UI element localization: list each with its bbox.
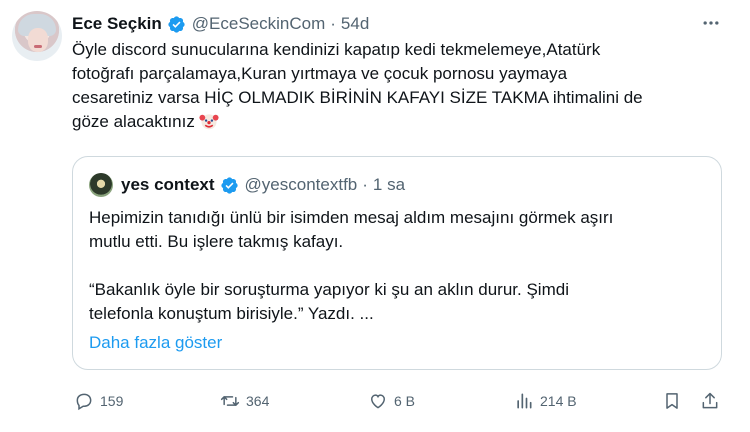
repost-icon (220, 396, 240, 406)
avatar-face (28, 28, 48, 52)
quoted-tweet-header: yes context @yescontextfb · 1 sa (89, 173, 405, 197)
bookmark-button[interactable] (662, 386, 682, 416)
tweet-body: Öyle discord sunucularına kendinizi kapa… (72, 38, 740, 134)
quoted-tweet-text: Hepimizin tanıdığı ünlü bir isimden mesa… (89, 208, 614, 323)
quoted-author-handle[interactable]: @yescontextfb (245, 175, 358, 195)
clown-face-emoji-icon (199, 114, 219, 130)
avatar-lips (34, 45, 42, 48)
reply-icon (76, 393, 92, 411)
author-handle[interactable]: @EceSeckinCom (192, 14, 325, 34)
verified-badge-icon[interactable] (167, 15, 186, 34)
quoted-author-name[interactable]: yes context (121, 175, 215, 195)
share-button[interactable] (700, 386, 720, 416)
quoted-tweet-timestamp[interactable]: 1 sa (373, 175, 405, 195)
more-horizontal-icon (703, 21, 719, 25)
quoted-tweet-card[interactable]: yes context @yescontextfb · 1 sa Hepimiz… (72, 156, 722, 370)
like-count: 6 B (394, 393, 416, 409)
share-icon (702, 392, 718, 409)
bookmark-icon (666, 393, 678, 409)
repost-button[interactable]: 364 (220, 386, 269, 416)
author-name[interactable]: Ece Seçkin (72, 14, 162, 34)
header-separator: · (330, 14, 336, 33)
views-button[interactable]: 214 B (514, 386, 577, 416)
reply-count: 159 (100, 393, 124, 409)
more-options-button[interactable] (700, 12, 722, 34)
verified-badge-icon[interactable] (220, 176, 239, 195)
quoted-author-avatar[interactable] (89, 173, 113, 197)
repost-count: 364 (246, 393, 270, 409)
tweet-header: Ece Seçkin @EceSeckinCom · 54d (72, 12, 369, 36)
quoted-header-separator: · (362, 175, 368, 194)
analytics-icon (517, 393, 532, 409)
tweet-text: Öyle discord sunucularına kendinizi kapa… (72, 40, 643, 131)
reply-button[interactable]: 159 (74, 386, 123, 416)
view-count: 214 B (540, 393, 577, 409)
show-more-link[interactable]: Daha fazla göster (89, 333, 222, 353)
tweet-timestamp[interactable]: 54d (341, 14, 369, 34)
like-button[interactable]: 6 B (368, 386, 415, 416)
heart-icon (370, 394, 386, 409)
author-avatar[interactable] (12, 11, 62, 61)
tweet-action-bar: 159 364 6 B 214 B (72, 386, 732, 416)
